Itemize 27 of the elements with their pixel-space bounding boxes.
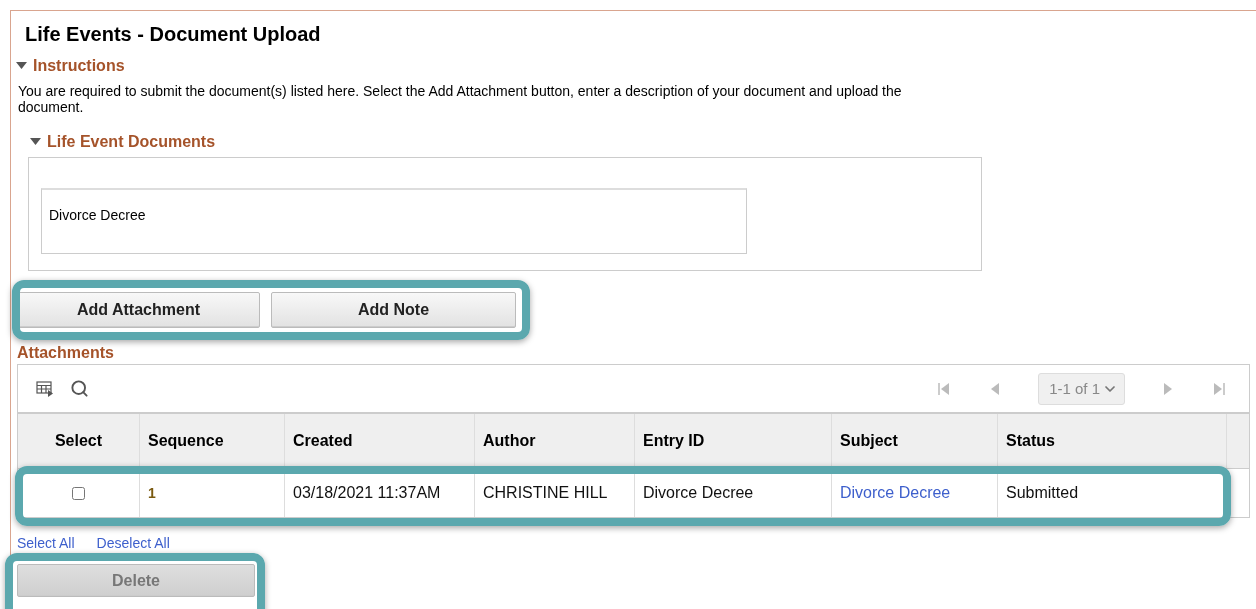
table-cell: Divorce Decree	[634, 469, 831, 517]
column-header[interactable]: Sequence	[139, 414, 284, 468]
column-header[interactable]: Select	[18, 414, 139, 468]
triangle-icon[interactable]	[30, 138, 41, 146]
page-title: Life Events - Document Upload	[25, 22, 322, 47]
subject-link[interactable]: Divorce Decree	[840, 484, 951, 502]
table-cell: Submitted	[997, 469, 1226, 517]
grid-settings-icon[interactable]	[36, 380, 54, 397]
document-item: Divorce Decree	[41, 188, 747, 254]
column-header[interactable]: Author	[474, 414, 634, 468]
section-heading[interactable]: Instructions	[33, 57, 125, 75]
select-link[interactable]: Select All	[17, 536, 75, 550]
row-checkbox[interactable]	[72, 486, 85, 500]
column-header[interactable]: Created	[284, 414, 474, 468]
table-cell: 1	[139, 469, 284, 517]
column-header[interactable]: Subject	[831, 414, 997, 468]
table-cell: 03/18/2021 11:37AM	[284, 469, 474, 517]
triangle-icon[interactable]	[16, 62, 27, 70]
search-icon[interactable]	[70, 379, 89, 398]
instructions-text: You are required to submit the document(s) listed here. Select the Add Attachment button, enter a description of your document and upload the document.	[18, 83, 903, 115]
action-button[interactable]: Add Note	[271, 292, 516, 328]
column-header[interactable]: Status	[997, 414, 1226, 468]
section-heading[interactable]: Life Event Documents	[47, 133, 216, 151]
table-cell: CHRISTINE HILL	[474, 469, 634, 517]
section-heading: Attachments	[17, 344, 115, 362]
column-header[interactable]: Entry ID	[634, 414, 831, 468]
select-link[interactable]: Deselect All	[96, 536, 170, 550]
